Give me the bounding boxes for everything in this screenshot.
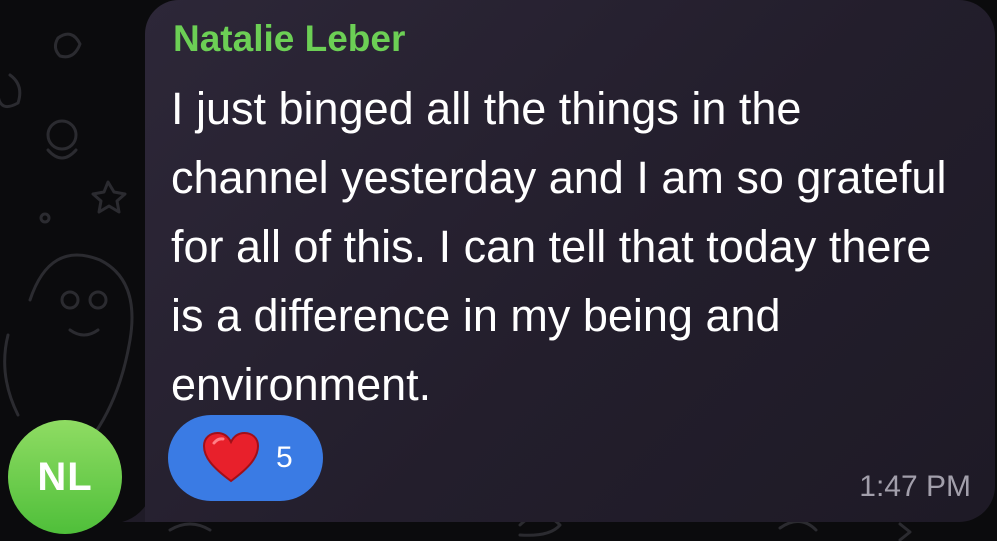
sender-avatar[interactable]: NL bbox=[8, 420, 122, 534]
avatar-initials: NL bbox=[37, 454, 93, 499]
sender-name[interactable]: Natalie Leber bbox=[173, 18, 405, 60]
reaction-pill[interactable]: 5 bbox=[168, 415, 323, 501]
reaction-count: 5 bbox=[276, 441, 293, 474]
message-timestamp: 1:47 PM bbox=[859, 470, 971, 503]
message-text: I just binged all the things in the chan… bbox=[171, 83, 947, 410]
heart-icon bbox=[202, 431, 260, 483]
